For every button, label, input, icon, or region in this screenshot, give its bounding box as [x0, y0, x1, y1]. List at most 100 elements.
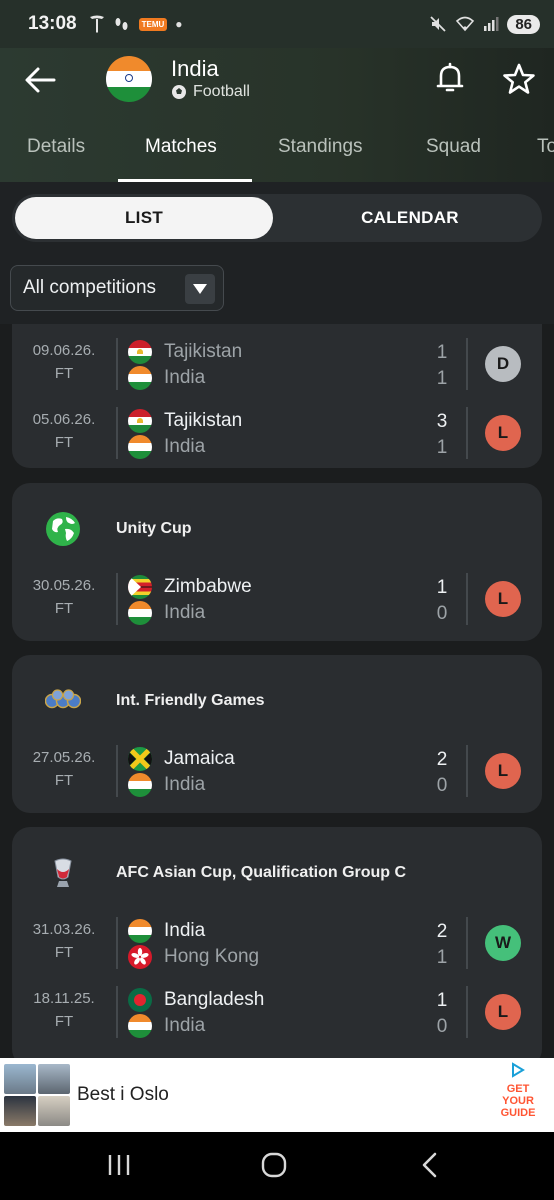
tab-details[interactable]: Details: [27, 136, 85, 158]
competition-card: AFC Asian Cup, Qualification Group C 31.…: [12, 827, 542, 1058]
home-team-name: Tajikistan: [164, 410, 243, 431]
view-toggle: LIST CALENDAR: [12, 194, 542, 242]
competition-card: Unity Cup 30.05.26. FT Zimbabwe India 1 …: [12, 483, 542, 641]
away-team-name: India: [164, 1015, 206, 1036]
back-nav-icon[interactable]: [420, 1152, 440, 1178]
calendar-view-button[interactable]: CALENDAR: [282, 197, 538, 239]
away-score: 0: [436, 775, 448, 796]
balls-icon: [45, 689, 81, 709]
mute-icon: [430, 16, 446, 32]
svg-text:YOUR: YOUR: [502, 1095, 534, 1107]
india-flag-icon: [128, 366, 152, 390]
football-icon: [172, 85, 186, 99]
match-row[interactable]: 30.05.26. FT Zimbabwe India 1 0 L: [12, 569, 542, 631]
result-badge-loss: L: [485, 994, 521, 1030]
match-row[interactable]: 27.05.26. FT Jamaica India 2 0 L: [12, 741, 542, 803]
team-sport: Football: [171, 83, 250, 101]
away-team-name: Hong Kong: [164, 946, 260, 967]
tab-standings[interactable]: Standings: [278, 136, 363, 158]
battery-indicator: 86: [507, 14, 540, 34]
zimbabwe-flag-icon: [128, 575, 152, 599]
competition-filter-value: All competitions: [23, 277, 157, 298]
ad-image: [4, 1064, 70, 1126]
ad-banner[interactable]: Best i Oslo GET YOUR GUIDE: [0, 1058, 554, 1132]
match-date: 05.06.26.: [32, 411, 96, 428]
tajikistan-flag-icon: [128, 409, 152, 433]
away-score: 0: [436, 603, 448, 624]
home-team-name: Bangladesh: [164, 989, 265, 1010]
match-status: FT: [54, 434, 74, 451]
home-icon[interactable]: [261, 1152, 287, 1178]
list-view-button[interactable]: LIST: [15, 197, 273, 239]
competition-name: AFC Asian Cup, Qualification Group C: [116, 864, 407, 881]
favorite-star-icon[interactable]: [502, 62, 536, 96]
match-date: 30.05.26.: [32, 577, 96, 594]
team-name: India: [171, 56, 219, 81]
competition-card: 09.06.26. FT Tajikistan India 1 1 D 05.0…: [12, 324, 542, 468]
dropdown-arrow-icon[interactable]: [185, 274, 215, 304]
globe-icon: [46, 512, 80, 546]
match-row[interactable]: 09.06.26. FT Tajikistan India 1 1 D: [12, 334, 542, 396]
status-bar: 13:08 TEMU ● 86: [0, 0, 554, 48]
bangladesh-flag-icon: [128, 988, 152, 1012]
away-team-name: India: [164, 436, 206, 457]
india-flag-icon: [128, 1014, 152, 1038]
tesla-icon: [89, 15, 104, 33]
home-team-name: Tajikistan: [164, 341, 243, 362]
getyourguide-logo: GET YOUR GUIDE: [501, 1083, 536, 1119]
india-flag-icon: [106, 56, 152, 102]
system-navigation-bar: [0, 1132, 554, 1200]
home-team-name: Zimbabwe: [164, 576, 252, 597]
match-controls: LIST CALENDAR All competitions: [0, 182, 554, 324]
competition-card: Int. Friendly Games 27.05.26. FT Jamaica…: [12, 655, 542, 813]
bell-icon[interactable]: [436, 62, 464, 94]
match-status: FT: [54, 944, 74, 961]
competition-header[interactable]: AFC Asian Cup, Qualification Group C: [12, 827, 542, 917]
home-score: 1: [436, 990, 448, 1011]
match-status: FT: [54, 1013, 74, 1030]
india-flag-icon: [128, 601, 152, 625]
tab-more[interactable]: To: [537, 136, 554, 158]
tab-squad[interactable]: Squad: [426, 136, 481, 158]
match-status: FT: [54, 600, 74, 617]
hong-kong-flag-icon: [128, 945, 152, 969]
match-row[interactable]: 18.11.25. FT Bangladesh India 1 0 L: [12, 982, 542, 1044]
status-time: 13:08: [28, 13, 77, 34]
competition-header[interactable]: Int. Friendly Games: [12, 655, 542, 745]
tajikistan-flag-icon: [128, 340, 152, 364]
svg-text:GET: GET: [507, 1083, 530, 1095]
match-status: FT: [54, 772, 74, 789]
competition-filter-dropdown[interactable]: All competitions: [10, 265, 224, 311]
away-score: 0: [436, 1016, 448, 1037]
home-score: 2: [436, 921, 448, 942]
india-flag-icon: [128, 773, 152, 797]
result-badge-loss: L: [485, 581, 521, 617]
home-team-name: Jamaica: [164, 748, 235, 769]
result-badge-win: W: [485, 925, 521, 961]
competition-name: Int. Friendly Games: [116, 692, 265, 709]
recent-apps-icon[interactable]: [106, 1152, 132, 1178]
footprints-icon: [115, 18, 128, 30]
away-team-name: India: [164, 367, 206, 388]
match-date: 27.05.26.: [32, 749, 96, 766]
trophy-icon: [54, 858, 72, 887]
back-arrow-icon[interactable]: [22, 62, 58, 98]
competition-header[interactable]: Unity Cup: [12, 483, 542, 573]
match-row[interactable]: 31.03.26. FT India Hong Kong 2 1 W: [12, 913, 542, 975]
signal-icon: [484, 17, 499, 31]
away-score: 1: [436, 437, 448, 458]
home-score: 3: [436, 411, 448, 432]
temu-icon: TEMU: [138, 17, 168, 31]
home-score: 2: [436, 749, 448, 770]
match-date: 31.03.26.: [32, 921, 96, 938]
match-row[interactable]: 05.06.26. FT Tajikistan India 3 1 L: [12, 403, 542, 465]
match-date: 18.11.25.: [33, 990, 95, 1007]
home-team-name: India: [164, 920, 206, 941]
match-list: 09.06.26. FT Tajikistan India 1 1 D 05.0…: [0, 324, 554, 1058]
result-badge-draw: D: [485, 346, 521, 382]
tab-matches[interactable]: Matches: [145, 136, 217, 158]
result-badge-loss: L: [485, 753, 521, 789]
wifi-icon: [456, 16, 475, 32]
dot-icon: ●: [175, 17, 183, 31]
competition-name: Unity Cup: [116, 520, 192, 537]
